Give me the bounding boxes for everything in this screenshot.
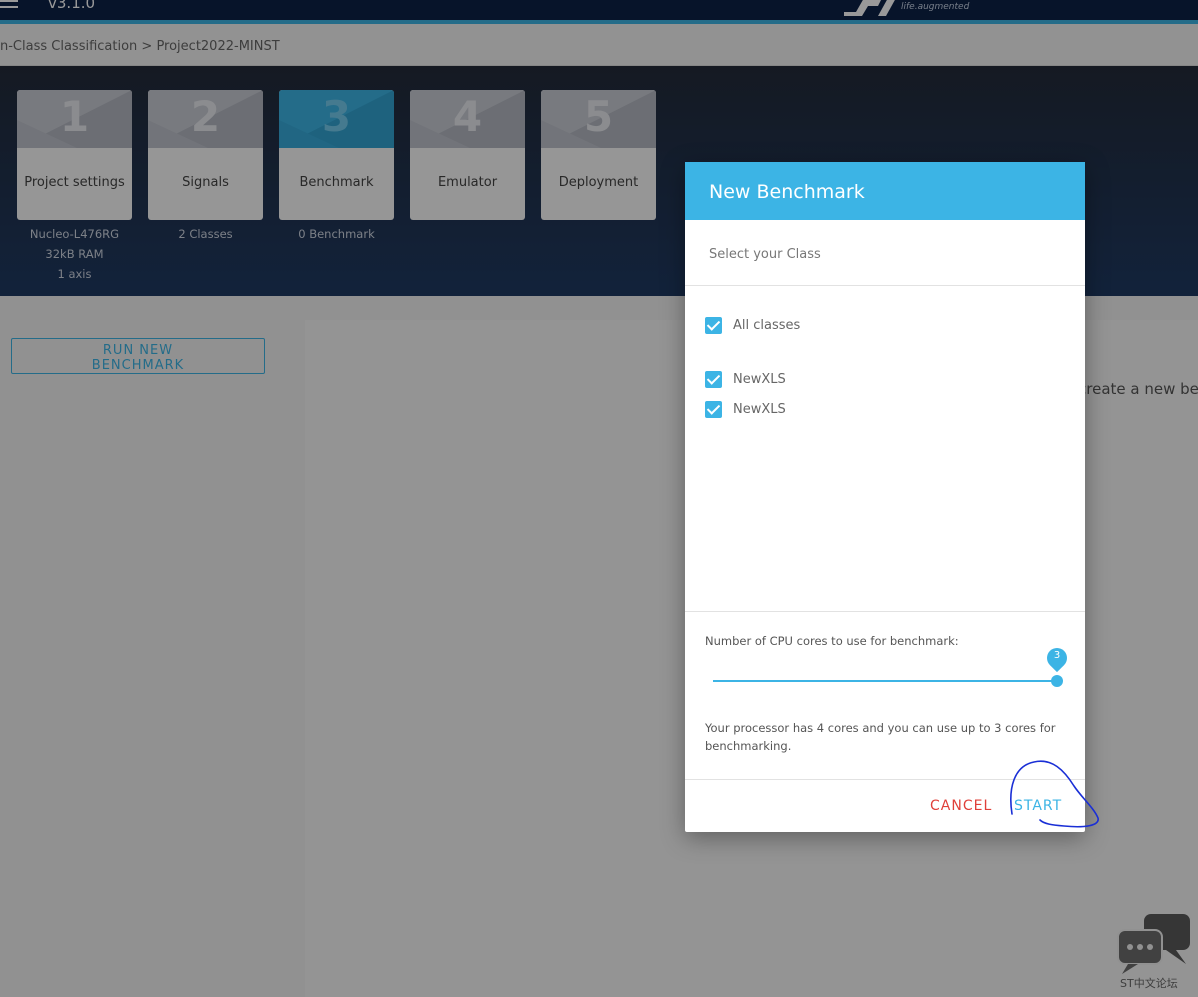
class-label: NewXLS: [733, 371, 786, 387]
select-class-heading: Select your Class: [685, 220, 1085, 286]
slider-value: 3: [1053, 650, 1061, 661]
cpu-cores-slider-track[interactable]: [713, 680, 1057, 682]
all-classes-checkbox[interactable]: All classes: [705, 316, 800, 334]
checkbox-checked-icon[interactable]: [705, 316, 722, 334]
class-label: NewXLS: [733, 401, 786, 417]
annotation-circle: [1010, 760, 1099, 828]
cpu-cores-label: Number of CPU cores to use for benchmark…: [705, 634, 959, 648]
class-checkbox-2[interactable]: NewXLS: [705, 400, 786, 418]
cancel-button[interactable]: CANCEL: [930, 798, 992, 814]
cpu-cores-slider-thumb[interactable]: [1051, 675, 1063, 687]
new-benchmark-dialog: New Benchmark Select your Class All clas…: [685, 162, 1085, 832]
dialog-title: New Benchmark: [685, 162, 1085, 220]
all-classes-label: All classes: [733, 317, 801, 333]
checkbox-checked-icon[interactable]: [705, 370, 722, 388]
class-checkbox-1[interactable]: NewXLS: [705, 370, 786, 388]
section-divider: [685, 611, 1085, 612]
processor-info-text: Your processor has 4 cores and you can u…: [705, 721, 1056, 753]
checkbox-checked-icon[interactable]: [705, 400, 722, 418]
